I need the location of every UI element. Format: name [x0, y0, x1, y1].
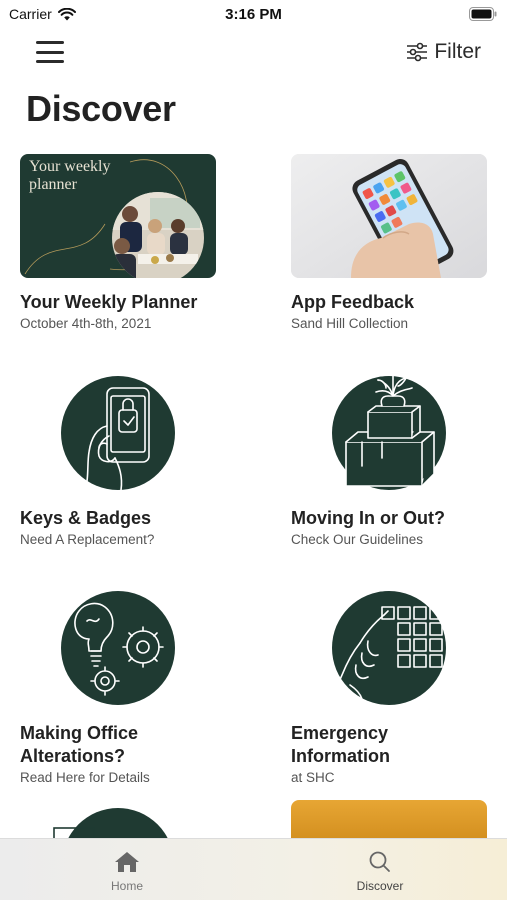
- partial-card-illustration: [53, 808, 168, 838]
- card-moving[interactable]: Moving In or Out? Check Our Guidelines: [291, 375, 487, 547]
- filter-button[interactable]: Filter: [406, 38, 481, 66]
- card-subtitle: Check Our Guidelines: [291, 532, 424, 547]
- card-title: Your Weekly Planner: [20, 292, 198, 312]
- tab-bar: Home Discover: [0, 838, 507, 900]
- card-keys-badges[interactable]: Keys & Badges Need A Replacement?: [20, 376, 216, 547]
- home-icon: [115, 852, 139, 872]
- card-partial-left[interactable]: [40, 806, 216, 838]
- menu-icon-line: [36, 50, 64, 54]
- filter-label: Filter: [434, 40, 481, 63]
- card-title: App Feedback: [291, 292, 415, 312]
- moving-circle: [332, 375, 446, 490]
- card-subtitle: at SHC: [291, 770, 335, 785]
- moving-illustration: [291, 375, 487, 490]
- lightbulb-gears-icon: [74, 602, 164, 696]
- battery-icon: [469, 7, 497, 21]
- card-emergency-info[interactable]: Emergency Information at SHC: [291, 591, 487, 785]
- weekly-planner-image-caption: Your weekly planner: [29, 158, 111, 193]
- card-title: Emergency Information: [291, 723, 390, 766]
- card-app-feedback[interactable]: App Feedback Sand Hill Collection: [291, 154, 487, 331]
- menu-icon-line: [36, 60, 64, 63]
- search-icon: [369, 851, 390, 872]
- card-subtitle: Read Here for Details: [20, 770, 150, 785]
- tab-home-label: Home: [110, 879, 143, 893]
- boxes-plant-icon: [345, 375, 435, 487]
- card-subtitle: Sand Hill Collection: [291, 316, 409, 331]
- card-title: Moving In or Out?: [291, 508, 445, 528]
- phone-in-hand-image: [291, 154, 487, 278]
- office-alterations-circle: [61, 591, 175, 705]
- phone-badge-icon: [84, 387, 150, 491]
- card-title: Making Office Alterations?: [20, 723, 139, 766]
- page-title: Discover: [26, 88, 176, 129]
- tab-home[interactable]: Home: [0, 839, 254, 900]
- tab-discover-label: Discover: [356, 879, 404, 893]
- office-alterations-illustration: [20, 591, 216, 705]
- keys-badges-illustration: [20, 376, 216, 491]
- card-subtitle: October 4th-8th, 2021: [20, 316, 152, 331]
- card-office-alterations[interactable]: Making Office Alterations? Read Here for…: [20, 591, 216, 785]
- keys-badges-circle: [61, 376, 175, 491]
- card-subtitle: Need A Replacement?: [20, 532, 155, 547]
- app-feedback-image: [291, 154, 487, 278]
- tab-discover[interactable]: Discover: [253, 839, 507, 900]
- keypad-hand-icon: [319, 606, 443, 700]
- status-time: 3:16 PM: [225, 6, 282, 23]
- weekly-planner-image: Your weekly planner: [20, 154, 216, 278]
- menu-button[interactable]: [36, 40, 64, 64]
- status-bar: Carrier 3:16 PM: [0, 0, 507, 30]
- emergency-info-circle: [319, 591, 446, 705]
- card-partial-right[interactable]: [291, 800, 487, 840]
- card-weekly-planner[interactable]: Your weekly planner Your Weekly Planner …: [20, 154, 216, 331]
- card-title: Keys & Badges: [20, 508, 152, 528]
- emergency-info-illustration: [291, 591, 487, 705]
- filter-sliders-icon: [407, 42, 428, 62]
- menu-icon-line: [36, 41, 64, 44]
